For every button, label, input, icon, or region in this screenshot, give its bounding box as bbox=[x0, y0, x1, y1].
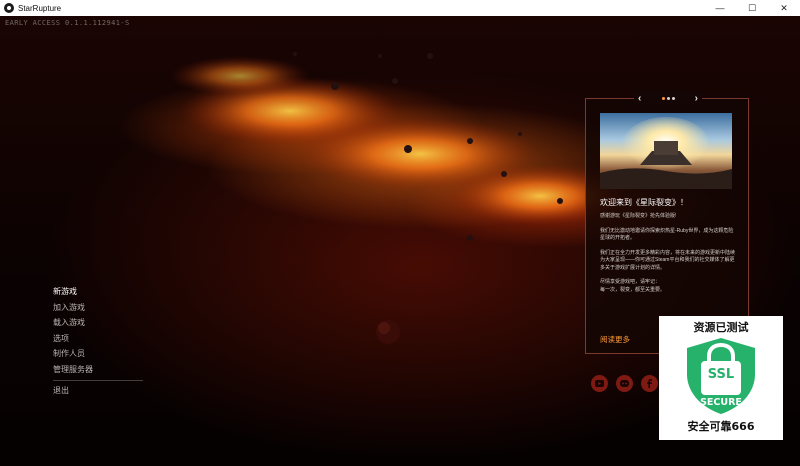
menu-item-credits[interactable]: 制作人员 bbox=[53, 346, 143, 362]
news-next-button[interactable]: › bbox=[695, 93, 698, 104]
read-more-link[interactable]: 阅读更多 bbox=[600, 334, 630, 345]
news-paragraph: 我们正在全力开发更多精彩内容，将在未来的游戏更新中陆续为大家呈现——你可通过St… bbox=[600, 249, 736, 271]
menu-item-load-game[interactable]: 载入游戏 bbox=[53, 315, 143, 331]
facebook-icon[interactable] bbox=[641, 375, 658, 392]
social-links bbox=[591, 375, 658, 392]
news-paragraph: 我们无比激动地邀请你探索炽热星-Ruby世界，成为这颗危险星球的开拓者。 bbox=[600, 227, 734, 242]
news-paragraph: 感谢游玩《星际裂变》抢先体验版! bbox=[600, 213, 677, 219]
news-image bbox=[600, 113, 732, 189]
news-body: 感谢游玩《星际裂变》抢先体验版! 我们无比激动地邀请你探索炽热星-Ruby世界，… bbox=[600, 213, 736, 301]
window-controls: — ☐ ✕ bbox=[704, 0, 800, 16]
app-icon bbox=[4, 3, 14, 13]
discord-icon[interactable] bbox=[616, 375, 633, 392]
menu-item-manage-servers[interactable]: 管理服务器 bbox=[53, 362, 143, 378]
shield-ssl-text: SSL bbox=[708, 367, 734, 382]
news-pager: ‹ › bbox=[634, 91, 702, 105]
badge-footer: 安全可靠666 bbox=[687, 420, 755, 433]
shield-secure-text: SECURE bbox=[700, 397, 742, 408]
news-prev-button[interactable]: ‹ bbox=[638, 93, 641, 104]
menu-divider bbox=[53, 380, 143, 381]
page-dot-active[interactable] bbox=[661, 96, 665, 100]
minimize-button[interactable]: — bbox=[704, 0, 736, 16]
news-image-art bbox=[600, 117, 732, 189]
menu-item-new-game[interactable]: 新游戏 bbox=[53, 284, 143, 300]
planet-highlight bbox=[378, 322, 390, 334]
youtube-icon[interactable] bbox=[591, 375, 608, 392]
menu-item-join-game[interactable]: 加入游戏 bbox=[53, 300, 143, 316]
window-titlebar: StarRupture — ☐ ✕ bbox=[0, 0, 800, 17]
badge-title: 资源已测试 bbox=[693, 321, 749, 334]
menu-item-options[interactable]: 选项 bbox=[53, 331, 143, 347]
page-dot[interactable] bbox=[671, 96, 675, 100]
maximize-button[interactable]: ☐ bbox=[736, 0, 768, 16]
page-dot[interactable] bbox=[666, 96, 670, 100]
menu-item-quit[interactable]: 退出 bbox=[53, 383, 143, 399]
window-title: StarRupture bbox=[18, 3, 62, 13]
ssl-secure-badge: 资源已测试 SSL SECURE 安全可靠666 bbox=[659, 316, 783, 440]
news-title: 欢迎来到《星际裂变》！ bbox=[600, 198, 688, 207]
shield-lock-icon: SSL SECURE bbox=[687, 338, 755, 414]
nebula-glow bbox=[170, 56, 310, 96]
version-label: EARLY ACCESS 0.1.1.112941-S bbox=[5, 19, 130, 27]
news-page-dots bbox=[661, 96, 675, 100]
news-paragraph: 尽情享受游戏吧，请牢记： 每一次，裂变，都至关重要。 bbox=[600, 279, 666, 293]
main-menu: 新游戏 加入游戏 载入游戏 选项 制作人员 管理服务器 退出 bbox=[53, 284, 143, 399]
close-button[interactable]: ✕ bbox=[768, 0, 800, 16]
